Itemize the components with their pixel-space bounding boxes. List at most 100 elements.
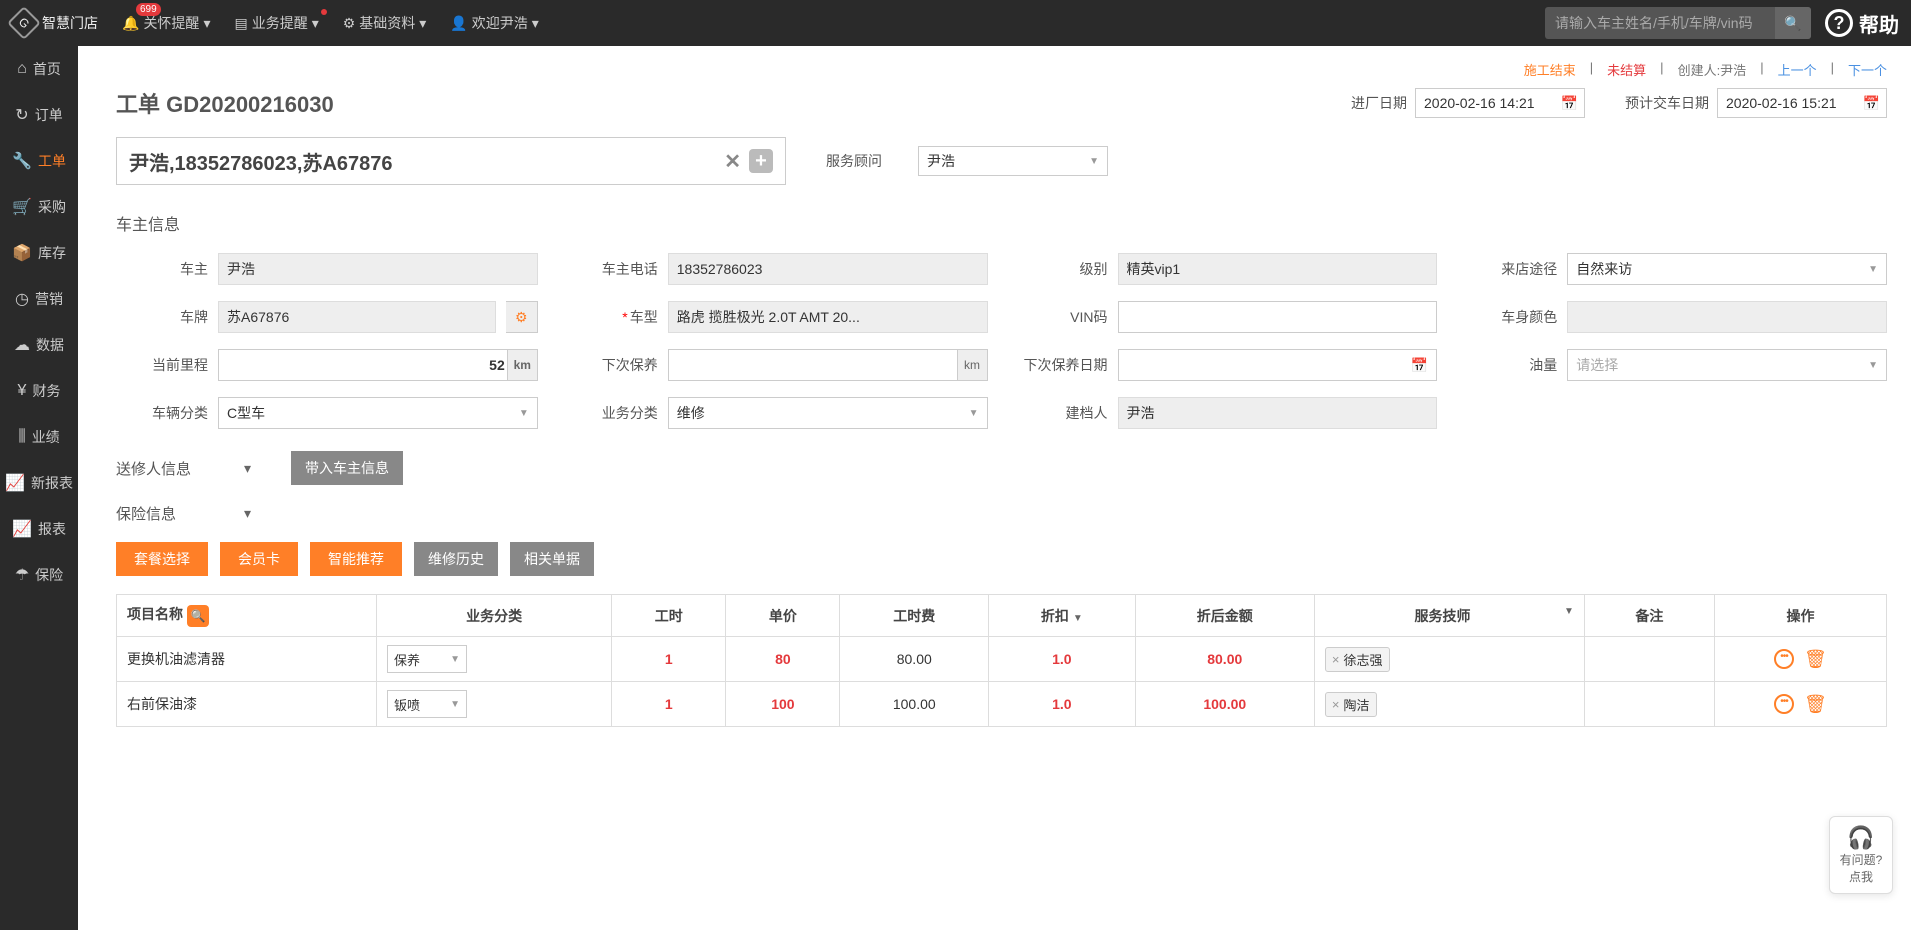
sidebar-purchase[interactable]: 🛒采购 bbox=[0, 184, 78, 230]
remove-tag-icon[interactable]: × bbox=[1332, 652, 1340, 667]
cell-hours[interactable]: 1 bbox=[612, 637, 726, 682]
next-link[interactable]: 下一个 bbox=[1848, 60, 1887, 79]
search-button[interactable]: 🔍 bbox=[1775, 7, 1811, 39]
search-items-button[interactable]: 🔍 bbox=[187, 605, 209, 627]
next-maint-field[interactable]: km bbox=[668, 349, 988, 381]
col-price: 单价 bbox=[726, 595, 840, 637]
field-label: 下次保养 bbox=[566, 355, 658, 375]
search-input[interactable] bbox=[1545, 15, 1775, 31]
bclass-cell-select[interactable]: 保养▼ bbox=[387, 645, 467, 673]
sidebar-newreport[interactable]: 📈新报表 bbox=[0, 460, 78, 506]
delete-button[interactable]: 🗑 bbox=[1804, 649, 1827, 670]
sidebar-report[interactable]: 📈报表 bbox=[0, 506, 78, 552]
umbrella-icon: ☂ bbox=[15, 565, 29, 585]
more-button[interactable]: ••• bbox=[1774, 649, 1794, 669]
plate-field: 苏A67876 bbox=[218, 301, 496, 333]
sidebar-label: 首页 bbox=[33, 59, 61, 79]
nav-biz-remind[interactable]: ▤ 业务提醒 ▾ bbox=[234, 13, 318, 33]
cell-price[interactable]: 80 bbox=[726, 637, 840, 682]
sidebar-finance[interactable]: ¥财务 bbox=[0, 368, 78, 414]
remove-tag-icon[interactable]: × bbox=[1332, 697, 1340, 712]
import-owner-button[interactable]: 带入车主信息 bbox=[291, 451, 403, 485]
sidebar-marketing[interactable]: ◷营销 bbox=[0, 276, 78, 322]
col-tech[interactable]: 服务技师▼ bbox=[1314, 595, 1584, 637]
unit-label: km bbox=[507, 350, 537, 380]
tech-tag: ×陶洁 bbox=[1325, 692, 1377, 717]
expect-date-input[interactable]: 2020-02-16 15:21 📅 bbox=[1717, 88, 1887, 118]
mileage-field[interactable]: 52km bbox=[218, 349, 538, 381]
field-label: 车辆分类 bbox=[116, 403, 208, 423]
nav-base-data[interactable]: ⚙ 基础资料 ▾ bbox=[343, 13, 427, 33]
cell-hourfee: 80.00 bbox=[840, 637, 989, 682]
help-button[interactable]: ? 帮助 bbox=[1825, 9, 1899, 38]
badge-count: 699 bbox=[136, 3, 161, 16]
cell-remark[interactable] bbox=[1584, 637, 1714, 682]
enter-date-input[interactable]: 2020-02-16 14:21 📅 bbox=[1415, 88, 1585, 118]
customer-input[interactable]: 尹浩,18352786023,苏A67876 ✕ + bbox=[116, 137, 786, 185]
cell-tech[interactable]: ×徐志强 bbox=[1314, 637, 1584, 682]
sidebar-stock[interactable]: 📦库存 bbox=[0, 230, 78, 276]
sidebar-workorder[interactable]: 🔧工单 bbox=[0, 138, 78, 184]
sidebar-label: 数据 bbox=[36, 335, 64, 355]
cell-remark[interactable] bbox=[1584, 682, 1714, 727]
cell-discount[interactable]: 1.0 bbox=[989, 682, 1136, 727]
nav-care-remind[interactable]: 🔔 关怀提醒 ▾ 699 bbox=[122, 13, 210, 33]
vin-field[interactable] bbox=[1118, 301, 1438, 333]
nav-user[interactable]: 👤 欢迎尹浩 ▾ bbox=[450, 13, 538, 33]
prev-link[interactable]: 上一个 bbox=[1778, 60, 1817, 79]
fuel-select[interactable]: 请选择▼ bbox=[1567, 349, 1887, 381]
cell-bclass: 保养▼ bbox=[377, 637, 612, 682]
field-label: 来店途径 bbox=[1465, 259, 1557, 279]
bell-icon: 🔔 bbox=[122, 15, 139, 32]
delete-button[interactable]: 🗑 bbox=[1804, 694, 1827, 715]
float-help-widget[interactable]: 🎧 有问题? 点我 bbox=[1829, 816, 1893, 894]
main-content: 施工结束 | 未结算 | 创建人:尹浩 | 上一个 | 下一个 工单 GD202… bbox=[78, 46, 1911, 751]
source-select[interactable]: 自然来访▼ bbox=[1567, 253, 1887, 285]
plate-settings-button[interactable]: ⚙ bbox=[506, 301, 538, 333]
cell-tech[interactable]: ×陶洁 bbox=[1314, 682, 1584, 727]
field-label: 级别 bbox=[1016, 259, 1108, 279]
bclass-select[interactable]: 维修▼ bbox=[668, 397, 988, 429]
help-text: 点我 bbox=[1834, 868, 1888, 885]
history-button[interactable]: 维修历史 bbox=[414, 542, 498, 576]
clock-icon: ◷ bbox=[15, 289, 29, 309]
bclass-cell-select[interactable]: 钣喷▼ bbox=[387, 690, 467, 718]
owner-section-title: 车主信息 bbox=[116, 211, 1887, 235]
collapse-label: 保险信息 bbox=[116, 503, 204, 524]
sidebar-data[interactable]: ☁数据 bbox=[0, 322, 78, 368]
sidebar-order[interactable]: ↻订单 bbox=[0, 92, 78, 138]
date-value: 2020-02-16 14:21 bbox=[1424, 95, 1535, 111]
chevron-down-icon: ▾ bbox=[532, 15, 539, 32]
col-discount[interactable]: 折扣▼ bbox=[989, 595, 1136, 637]
status-creator: 创建人:尹浩 bbox=[1678, 60, 1747, 79]
ai-button[interactable]: 智能推荐 bbox=[310, 542, 402, 576]
chevron-down-icon[interactable]: ▾ bbox=[244, 460, 251, 477]
more-button[interactable]: ••• bbox=[1774, 694, 1794, 714]
cell-discount[interactable]: 1.0 bbox=[989, 637, 1136, 682]
calendar-icon: 📅 bbox=[1863, 95, 1880, 112]
related-button[interactable]: 相关单据 bbox=[510, 542, 594, 576]
phone-field: 18352786023 bbox=[668, 253, 988, 285]
color-field bbox=[1567, 301, 1887, 333]
clear-icon[interactable]: ✕ bbox=[724, 149, 741, 174]
package-button[interactable]: 套餐选择 bbox=[116, 542, 208, 576]
cell-name[interactable]: 右前保油漆 bbox=[117, 682, 377, 727]
advisor-select[interactable]: 尹浩 ▼ bbox=[918, 146, 1108, 176]
sidebar-home[interactable]: ⌂首页 bbox=[0, 46, 78, 92]
next-maint-date-field[interactable]: 📅 bbox=[1118, 349, 1438, 381]
sidebar-performance[interactable]: ⫼业绩 bbox=[0, 414, 78, 460]
col-hourfee: 工时费 bbox=[840, 595, 989, 637]
member-button[interactable]: 会员卡 bbox=[220, 542, 298, 576]
cell-hours[interactable]: 1 bbox=[612, 682, 726, 727]
table-row: 右前保油漆 钣喷▼ 1 100 100.00 1.0 100.00 ×陶洁 ••… bbox=[117, 682, 1887, 727]
chevron-down-icon: ▼ bbox=[519, 408, 529, 419]
cell-hourfee: 100.00 bbox=[840, 682, 989, 727]
vclass-select[interactable]: C型车▼ bbox=[218, 397, 538, 429]
help-text: 有问题? bbox=[1834, 851, 1888, 868]
cell-price[interactable]: 100 bbox=[726, 682, 840, 727]
field-label: 车牌 bbox=[116, 307, 208, 327]
add-customer-button[interactable]: + bbox=[749, 149, 773, 173]
cell-name[interactable]: 更换机油滤清器 bbox=[117, 637, 377, 682]
sidebar-insurance[interactable]: ☂保险 bbox=[0, 552, 78, 598]
chevron-down-icon[interactable]: ▾ bbox=[244, 505, 251, 522]
